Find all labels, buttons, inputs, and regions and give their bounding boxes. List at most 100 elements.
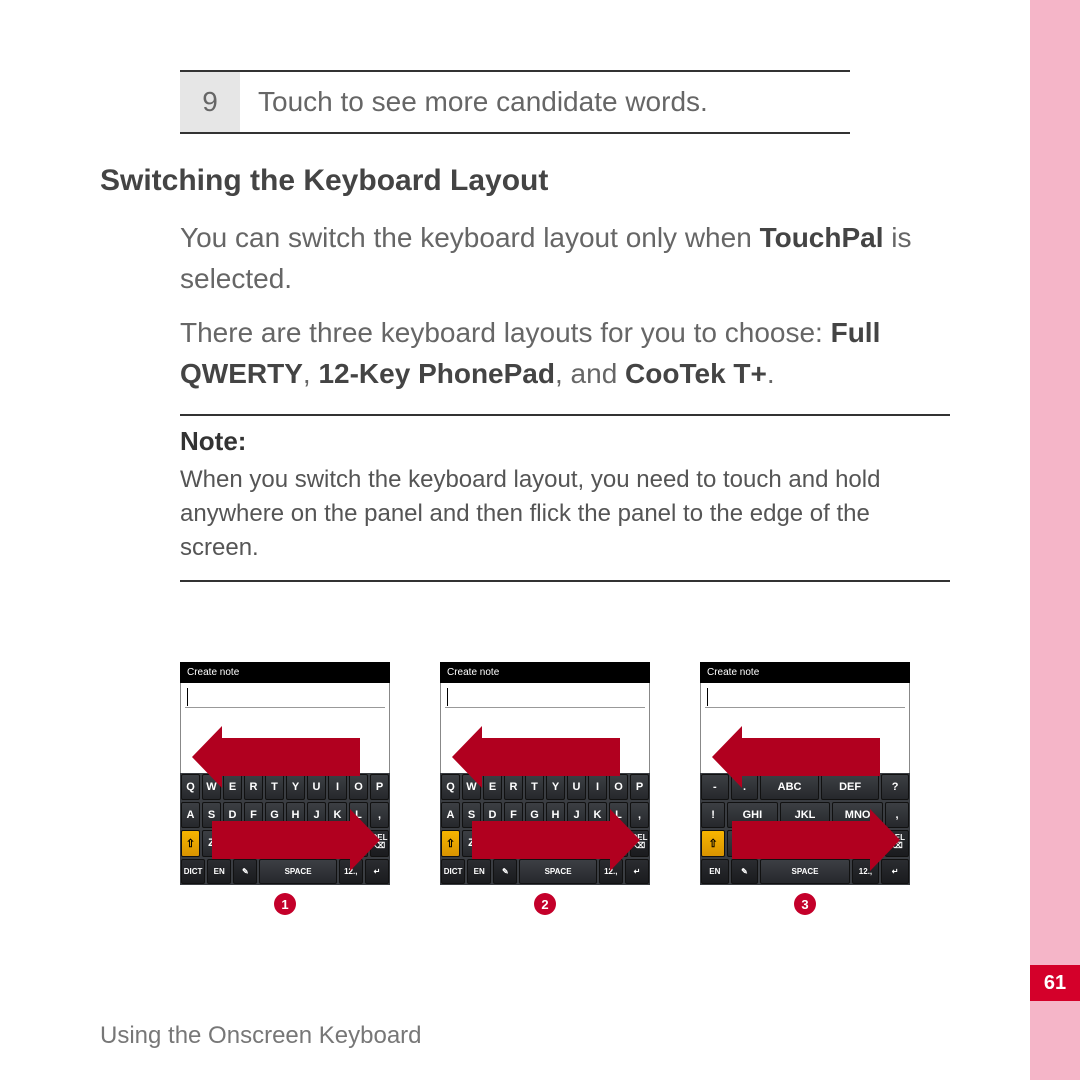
key-shift: ⇧ <box>441 830 460 857</box>
text-input-area <box>180 683 390 773</box>
key-j: J <box>307 802 326 828</box>
callout-number: 9 <box>180 72 240 132</box>
key-w: W <box>202 774 221 800</box>
paragraph-2: There are three keyboard layouts for you… <box>180 313 950 394</box>
body-text: You can switch the keyboard layout only … <box>180 218 950 394</box>
key-f: F <box>504 802 523 828</box>
key-en: EN <box>467 859 491 884</box>
key-y: Y <box>286 774 305 800</box>
key-t: T <box>525 774 544 800</box>
keyboard-keys: Q W E R T Y U I O P A S D <box>180 773 390 885</box>
keyboard-screenshot-3: Create note - . ABC DEF ? ! GHI JKL <box>700 662 910 915</box>
text-input-area <box>440 683 650 773</box>
key-i: I <box>588 774 607 800</box>
key-u: U <box>307 774 326 800</box>
callout-text: Touch to see more candidate words. <box>240 72 850 132</box>
key-b: B <box>286 830 305 857</box>
key-a: A <box>181 802 200 828</box>
key-tuv: TUV <box>780 830 831 857</box>
keyboard-keys: - . ABC DEF ? ! GHI JKL MNO , ⇧ <box>700 773 910 885</box>
key-def: DEF <box>821 774 879 800</box>
key-comma: , <box>370 802 389 828</box>
key-j: J <box>567 802 586 828</box>
marker-3: 3 <box>794 893 816 915</box>
key-enter: ↵ <box>625 859 649 884</box>
key-d: D <box>223 802 242 828</box>
key-k: K <box>588 802 607 828</box>
screen-title: Create note <box>440 662 650 683</box>
keyboard-illustrations: Create note Q W E R T Y U I O P <box>180 662 1030 915</box>
keyboard-wrap: Q W E R T Y U I O P A S D <box>180 683 390 885</box>
key-enter: ↵ <box>365 859 389 884</box>
key-h: H <box>286 802 305 828</box>
text-input-area <box>700 683 910 773</box>
key-num: 12., <box>339 859 363 884</box>
key-h: H <box>546 802 565 828</box>
key-delete: DEL⌫ <box>370 830 389 857</box>
key-g: G <box>525 802 544 828</box>
keyboard-wrap: Q W E R T Y U I O P A S D <box>440 683 650 885</box>
key-d: D <box>483 802 502 828</box>
key-m: M <box>588 830 607 857</box>
callout-row: 9 Touch to see more candidate words. <box>180 70 850 134</box>
key-space: SPACE <box>760 859 849 884</box>
key-b: B <box>546 830 565 857</box>
note-label: Note: <box>180 426 950 457</box>
key-i: I <box>328 774 347 800</box>
key-jkl: JKL <box>780 802 831 828</box>
key-en: EN <box>701 859 729 884</box>
key-k: K <box>328 802 347 828</box>
key-e: E <box>223 774 242 800</box>
key-apos: ' <box>349 830 368 857</box>
marker-1: 1 <box>274 893 296 915</box>
key-mno: MNO <box>832 802 883 828</box>
key-space: SPACE <box>259 859 336 884</box>
key-e: E <box>483 774 502 800</box>
key-wxyz: WXYZ <box>832 830 883 857</box>
keyboard-wrap: - . ABC DEF ? ! GHI JKL MNO , ⇧ <box>700 683 910 885</box>
key-c: C <box>504 830 523 857</box>
screen-title: Create note <box>180 662 390 683</box>
page-content: 9 Touch to see more candidate words. Swi… <box>0 0 1030 1080</box>
key-c: C <box>244 830 263 857</box>
key-pqrs: PQRS <box>727 830 778 857</box>
key-y: Y <box>546 774 565 800</box>
key-n: N <box>567 830 586 857</box>
key-n: N <box>307 830 326 857</box>
key-r: R <box>244 774 263 800</box>
key-o: O <box>609 774 628 800</box>
key-f: F <box>244 802 263 828</box>
key-x: X <box>223 830 242 857</box>
key-mic: ✎ <box>731 859 759 884</box>
key-enter: ↵ <box>881 859 909 884</box>
key-mic: ✎ <box>493 859 517 884</box>
key-dict: DICT <box>181 859 205 884</box>
key-m: M <box>328 830 347 857</box>
page-number-badge: 61 <box>1030 965 1080 1001</box>
key-w: W <box>462 774 481 800</box>
key-dict: DICT <box>441 859 465 884</box>
key-l: L <box>609 802 628 828</box>
key-q: Q <box>181 774 200 800</box>
marker-2: 2 <box>534 893 556 915</box>
key-excl: ! <box>701 802 725 828</box>
key-shift: ⇧ <box>181 830 200 857</box>
key-en: EN <box>207 859 231 884</box>
key-qmark: ? <box>881 774 909 800</box>
paragraph-1: You can switch the keyboard layout only … <box>180 218 950 299</box>
key-u: U <box>567 774 586 800</box>
key-r: R <box>504 774 523 800</box>
note-block: Note: When you switch the keyboard layou… <box>180 414 950 582</box>
key-v: V <box>525 830 544 857</box>
key-g: G <box>265 802 284 828</box>
key-apos: ' <box>609 830 628 857</box>
footer-text: Using the Onscreen Keyboard <box>100 1022 422 1050</box>
key-x: X <box>483 830 502 857</box>
key-space: SPACE <box>519 859 596 884</box>
key-p: P <box>630 774 649 800</box>
key-z: Z <box>462 830 481 857</box>
key-l: L <box>349 802 368 828</box>
screen-title: Create note <box>700 662 910 683</box>
key-delete: DEL⌫ <box>885 830 909 857</box>
key-s: S <box>202 802 221 828</box>
